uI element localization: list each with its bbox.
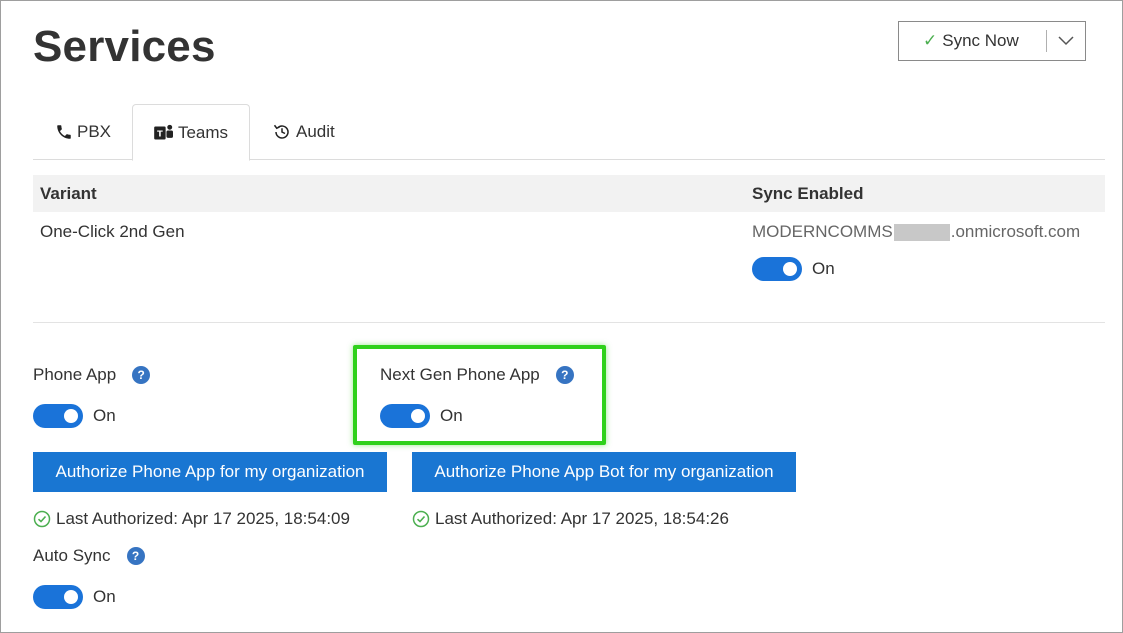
auto-sync-label: Auto Sync xyxy=(33,546,111,565)
phone-app-label-group: Phone App ? xyxy=(33,365,151,385)
tenant-suffix: .onmicrosoft.com xyxy=(950,222,1081,241)
phone-app-toggle-group: On xyxy=(33,404,116,428)
tab-teams-label: Teams xyxy=(177,122,229,142)
check-circle-icon xyxy=(412,510,430,528)
sync-now-label: Sync Now xyxy=(942,31,1019,50)
toggle-knob xyxy=(64,409,78,423)
tab-audit-label: Audit xyxy=(296,122,335,141)
sync-now-button[interactable]: ✓ Sync Now xyxy=(899,22,1046,60)
toggle-knob xyxy=(64,590,78,604)
highlight-box xyxy=(353,345,606,445)
next-gen-toggle-group: On xyxy=(380,404,463,428)
redacted-block xyxy=(893,223,950,241)
last-authorized-bot: Last Authorized: Apr 17 2025, 18:54:26 xyxy=(412,509,729,529)
next-gen-phone-app-toggle[interactable] xyxy=(380,404,430,428)
next-gen-phone-app-label: Next Gen Phone App xyxy=(380,365,540,384)
toggle-knob xyxy=(783,262,797,276)
tab-bar: PBX T Teams Audit xyxy=(33,104,1105,161)
history-icon xyxy=(272,123,292,141)
tab-pbx-label: PBX xyxy=(77,122,112,141)
help-icon[interactable]: ? xyxy=(126,547,145,565)
chevron-down-icon xyxy=(1058,36,1074,46)
auto-sync-toggle[interactable] xyxy=(33,585,83,609)
svg-text:T: T xyxy=(157,128,163,138)
sync-now-split-button[interactable]: ✓ Sync Now xyxy=(898,21,1086,61)
sync-enabled-toggle[interactable] xyxy=(752,257,802,281)
last-authorized-text: Last Authorized: Apr 17 2025, 18:54:26 xyxy=(435,509,729,528)
tab-teams[interactable]: T Teams xyxy=(132,104,250,161)
authorize-phone-app-bot-button[interactable]: Authorize Phone App Bot for my organizat… xyxy=(412,452,796,492)
page-title: Services xyxy=(33,22,216,71)
help-icon[interactable]: ? xyxy=(132,366,151,384)
phone-app-label: Phone App xyxy=(33,365,117,384)
tab-audit[interactable]: Audit xyxy=(272,104,335,160)
help-icon[interactable]: ? xyxy=(555,366,574,384)
authorize-phone-app-button[interactable]: Authorize Phone App for my organization xyxy=(33,452,387,492)
column-header-sync-enabled: Sync Enabled xyxy=(752,184,864,203)
next-gen-toggle-label: On xyxy=(440,406,463,425)
sync-enabled-toggle-group: On xyxy=(752,257,835,281)
variant-cell: One-Click 2nd Gen xyxy=(40,222,185,241)
tenant-prefix: MODERNCOMMS xyxy=(752,222,893,241)
tab-pbx[interactable]: PBX xyxy=(55,104,111,160)
sync-dropdown-button[interactable] xyxy=(1047,22,1085,60)
auto-sync-toggle-group: On xyxy=(33,585,116,609)
phone-app-toggle[interactable] xyxy=(33,404,83,428)
table-header: Variant Sync Enabled xyxy=(33,175,1105,212)
phone-icon xyxy=(55,123,73,141)
last-authorized-text: Last Authorized: Apr 17 2025, 18:54:09 xyxy=(56,509,350,528)
section-divider xyxy=(33,322,1105,323)
last-authorized-phone-app: Last Authorized: Apr 17 2025, 18:54:09 xyxy=(33,509,350,529)
sync-enabled-toggle-label: On xyxy=(812,259,835,278)
window-frame xyxy=(0,0,1123,633)
teams-icon: T xyxy=(154,124,174,142)
check-circle-icon xyxy=(33,510,51,528)
next-gen-label-group: Next Gen Phone App ? xyxy=(380,365,574,385)
auto-sync-toggle-label: On xyxy=(93,587,116,606)
check-icon: ✓ xyxy=(923,31,938,50)
tenant-domain: MODERNCOMMS .onmicrosoft.com xyxy=(752,222,1080,242)
toggle-knob xyxy=(411,409,425,423)
column-header-variant: Variant xyxy=(40,184,97,203)
auto-sync-label-group: Auto Sync ? xyxy=(33,546,145,566)
phone-app-toggle-label: On xyxy=(93,406,116,425)
